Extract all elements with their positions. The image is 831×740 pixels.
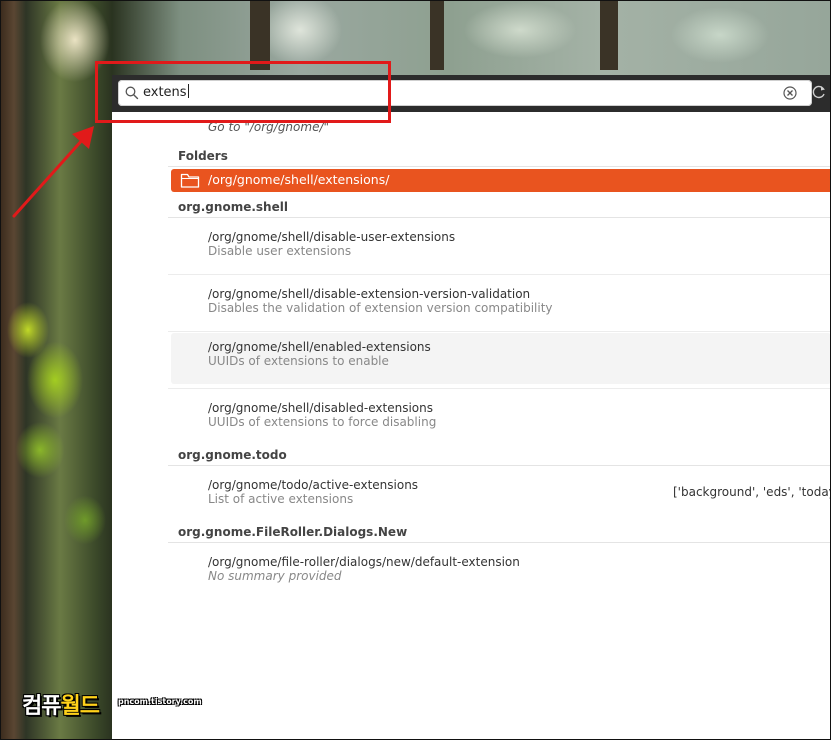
annotation-highlight-box bbox=[95, 61, 391, 123]
clear-icon[interactable] bbox=[782, 85, 798, 101]
key-path: /org/gnome/shell/disable-user-extensions bbox=[208, 230, 456, 244]
key-row[interactable]: /org/gnome/shell/disabled-extensions UUI… bbox=[168, 389, 831, 445]
key-row-hovered[interactable]: /org/gnome/shell/enabled-extensions UUID… bbox=[171, 333, 831, 384]
wallpaper-trunk bbox=[600, 0, 618, 70]
watermark-site: pncom.tistory.com bbox=[118, 697, 202, 706]
key-row[interactable]: /org/gnome/shell/disable-extension-versi… bbox=[168, 275, 831, 331]
row-separator bbox=[168, 331, 831, 332]
key-path: /org/gnome/shell/disabled-extensions bbox=[208, 401, 433, 415]
section-title-todo: org.gnome.todo bbox=[178, 448, 287, 462]
wallpaper-trunk bbox=[250, 0, 270, 70]
key-summary: No summary provided bbox=[208, 569, 342, 583]
key-path: /org/gnome/shell/disable-extension-versi… bbox=[208, 287, 531, 301]
refresh-icon[interactable] bbox=[811, 84, 827, 100]
key-summary: UUIDs of extensions to enable bbox=[208, 354, 389, 368]
watermark-logo: 컴퓨월드 pncom.tistory.com bbox=[22, 688, 202, 722]
section-title-fileroller: org.gnome.FileRoller.Dialogs.New bbox=[178, 525, 408, 539]
key-path: /org/gnome/file-roller/dialogs/new/defau… bbox=[208, 555, 520, 569]
key-path: /org/gnome/todo/active-extensions bbox=[208, 478, 419, 492]
watermark-title-a: 컴퓨 bbox=[22, 694, 61, 719]
section-separator bbox=[168, 166, 831, 167]
folder-result-row[interactable]: /org/gnome/shell/extensions/ bbox=[171, 169, 831, 192]
key-path: /org/gnome/shell/enabled-extensions bbox=[208, 340, 431, 354]
folder-icon bbox=[180, 173, 200, 188]
key-summary: Disables the validation of extension ver… bbox=[208, 301, 553, 315]
folder-result-path: /org/gnome/shell/extensions/ bbox=[208, 172, 390, 187]
section-title-shell: org.gnome.shell bbox=[178, 200, 288, 214]
key-row[interactable]: /org/gnome/todo/active-extensions List o… bbox=[168, 466, 831, 522]
key-value: ['background', 'eds', 'today-p bbox=[673, 485, 831, 499]
key-row[interactable]: /org/gnome/shell/disable-user-extensions… bbox=[168, 218, 831, 274]
dconf-editor-window: extens ⌃ Go to "/org/gnome/" Folders /or… bbox=[112, 75, 831, 740]
key-summary: UUIDs of extensions to force disabling bbox=[208, 415, 437, 429]
key-row[interactable]: /org/gnome/file-roller/dialogs/new/defau… bbox=[168, 543, 831, 599]
section-title-folders: Folders bbox=[178, 149, 228, 163]
key-summary: List of active extensions bbox=[208, 492, 354, 506]
wallpaper-trunk bbox=[430, 0, 444, 70]
key-summary: Disable user extensions bbox=[208, 244, 352, 258]
watermark-title: 컴퓨월드 bbox=[22, 688, 100, 720]
watermark-title-b: 월드 bbox=[60, 694, 99, 719]
